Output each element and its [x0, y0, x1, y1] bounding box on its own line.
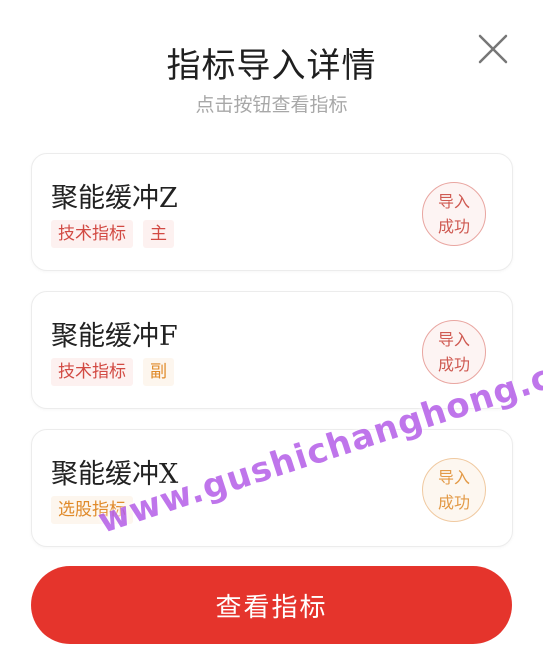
stamp-line1: 导入 [437, 192, 470, 211]
import-success-stamp: 导入 成功 [422, 320, 486, 384]
indicator-name: 聚能缓冲F [51, 321, 178, 352]
indicator-card[interactable]: 聚能缓冲Z 技术指标 主 导入 成功 [31, 153, 513, 271]
import-success-stamp: 导入 成功 [422, 182, 486, 246]
modal-title: 指标导入详情 [166, 46, 377, 86]
tag-type: 选股指标 [51, 496, 133, 524]
indicator-name: 聚能缓冲X [51, 459, 179, 490]
indicator-tags: 技术指标 副 [51, 358, 174, 386]
import-details-modal: 指标导入详情 点击按钮查看指标 聚能缓冲Z 技术指标 主 导入 成功 聚能缓冲F… [0, 0, 543, 670]
close-icon [478, 34, 508, 64]
stamp-line2: 成功 [437, 493, 470, 512]
tag-sub: 副 [143, 358, 174, 386]
tag-type: 技术指标 [51, 220, 133, 248]
stamp-line2: 成功 [437, 355, 470, 374]
stamp-line1: 导入 [437, 330, 470, 349]
import-success-stamp: 导入 成功 [422, 458, 486, 522]
indicator-tags: 技术指标 主 [51, 220, 174, 248]
indicator-card[interactable]: 聚能缓冲F 技术指标 副 导入 成功 [31, 291, 513, 409]
view-indicators-button[interactable]: 查看指标 [31, 566, 512, 644]
stamp-line2: 成功 [437, 217, 470, 236]
indicator-card[interactable]: 聚能缓冲X 选股指标 导入 成功 [31, 429, 513, 547]
modal-subtitle: 点击按钮查看指标 [195, 94, 348, 116]
close-button[interactable] [472, 32, 512, 68]
tag-main: 主 [143, 220, 174, 248]
stamp-line1: 导入 [437, 468, 470, 487]
tag-type: 技术指标 [51, 358, 133, 386]
indicator-name: 聚能缓冲Z [51, 183, 178, 214]
indicator-tags: 选股指标 [51, 496, 133, 524]
